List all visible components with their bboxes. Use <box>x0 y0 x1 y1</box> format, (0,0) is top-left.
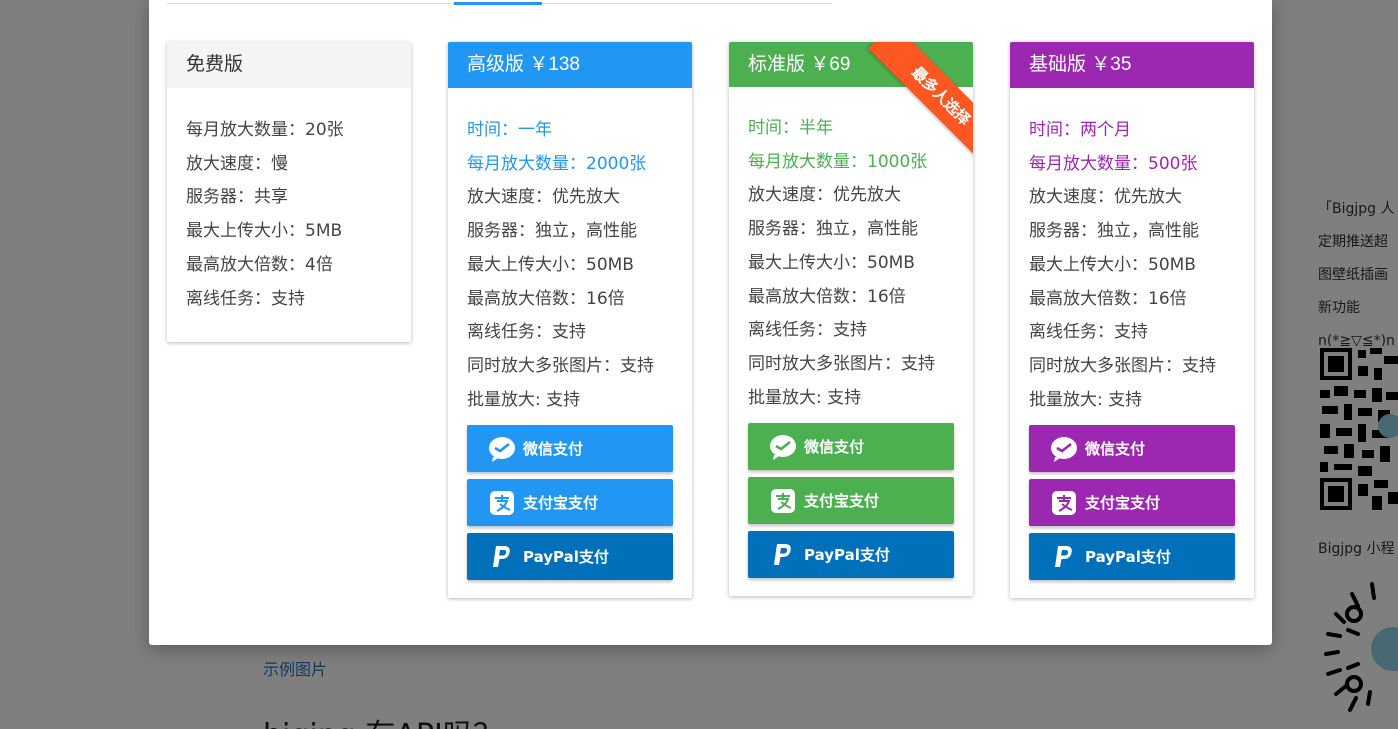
alipay-icon <box>488 489 516 517</box>
feature-item: 每月放大数量：20张 <box>186 120 344 140</box>
active-tab-indicator <box>454 2 542 5</box>
feature-item: 离线任务：支持 <box>467 322 586 343</box>
alipay-label: 支付宝支付 <box>1085 494 1161 513</box>
paypal-icon <box>488 543 516 571</box>
plan-title: 基础版 ￥35 <box>1010 42 1254 88</box>
plan-card-basic: 基础版 ￥35 时间：两个月 每月放大数量：500张 放大速度：优先放大 服务器… <box>1010 42 1254 598</box>
feature-item: 离线任务：支持 <box>186 288 305 309</box>
wechat-icon <box>769 433 797 461</box>
paypal-label: PayPal支付 <box>1085 548 1171 567</box>
feature-item: 同时放大多张图片：支持 <box>748 353 935 374</box>
feature-item: 最高放大倍数：16倍 <box>467 288 625 309</box>
feature-item: 服务器：独立，高性能 <box>467 221 637 242</box>
plan-features: 每月放大数量：20张 放大速度：慢 服务器：共享 最大上传大小：5MB 最高放大… <box>167 88 411 316</box>
alipay-icon <box>769 487 797 515</box>
feature-item: 离线任务：支持 <box>1029 322 1148 343</box>
feature-item: 最大上传大小：5MB <box>186 221 343 242</box>
feature-item: 最高放大倍数：4倍 <box>186 254 333 275</box>
feature-item: 最大上传大小：50MB <box>748 252 915 273</box>
paypal-button[interactable]: PayPal支付 <box>1029 533 1235 581</box>
wechat-pay-button[interactable]: 微信支付 <box>1029 425 1235 473</box>
feature-item: 最大上传大小：50MB <box>467 254 634 275</box>
alipay-button[interactable]: 支付宝支付 <box>467 479 673 527</box>
feature-duration: 时间：一年 <box>467 120 552 140</box>
wechat-icon <box>488 435 516 463</box>
feature-item: 最高放大倍数：16倍 <box>1029 288 1187 309</box>
wechat-pay-button[interactable]: 微信支付 <box>748 423 954 471</box>
feature-item: 同时放大多张图片：支持 <box>1029 355 1216 376</box>
plan-features: 时间：两个月 每月放大数量：500张 放大速度：优先放大 服务器：独立，高性能 … <box>1010 88 1254 581</box>
alipay-icon <box>1050 489 1078 517</box>
wechat-icon <box>1050 435 1078 463</box>
feature-monthly-quota: 每月放大数量：500张 <box>1029 153 1198 174</box>
feature-item: 同时放大多张图片：支持 <box>467 355 654 376</box>
feature-item: 离线任务：支持 <box>748 320 867 341</box>
feature-duration: 时间：两个月 <box>1029 120 1131 140</box>
plan-card-free: 免费版 每月放大数量：20张 放大速度：慢 服务器：共享 最大上传大小：5MB … <box>167 42 411 342</box>
paypal-button[interactable]: PayPal支付 <box>748 531 954 579</box>
payment-buttons: 微信支付 支付宝支付 PayPal支付 <box>467 425 673 581</box>
plan-features: 时间：一年 每月放大数量：2000张 放大速度：优先放大 服务器：独立，高性能 … <box>448 88 692 581</box>
wechat-pay-label: 微信支付 <box>1085 440 1146 459</box>
plan-card-standard: 标准版 ￥69 最多人选择 时间：半年 每月放大数量：1000张 放大速度：优先… <box>729 42 973 596</box>
payment-buttons: 微信支付 支付宝支付 PayPal支付 <box>748 423 954 579</box>
feature-item: 最大上传大小：50MB <box>1029 254 1196 275</box>
wechat-pay-button[interactable]: 微信支付 <box>467 425 673 473</box>
feature-monthly-quota: 每月放大数量：2000张 <box>467 153 647 174</box>
alipay-label: 支付宝支付 <box>804 492 880 511</box>
feature-duration: 时间：半年 <box>748 118 833 138</box>
feature-item: 服务器：独立，高性能 <box>1029 221 1199 242</box>
alipay-label: 支付宝支付 <box>523 494 599 513</box>
feature-item: 放大速度：优先放大 <box>1029 187 1182 208</box>
alipay-button[interactable]: 支付宝支付 <box>748 477 954 525</box>
feature-item: 批量放大: 支持 <box>748 387 862 408</box>
feature-monthly-quota: 每月放大数量：1000张 <box>748 151 928 172</box>
wechat-pay-label: 微信支付 <box>804 438 865 457</box>
paypal-button[interactable]: PayPal支付 <box>467 533 673 581</box>
alipay-button[interactable]: 支付宝支付 <box>1029 479 1235 527</box>
wechat-pay-label: 微信支付 <box>523 440 584 459</box>
paypal-icon <box>1050 543 1078 571</box>
paypal-label: PayPal支付 <box>804 546 890 565</box>
feature-item: 批量放大: 支持 <box>467 389 581 410</box>
payment-buttons: 微信支付 支付宝支付 PayPal支付 <box>1029 425 1235 581</box>
plan-features: 时间：半年 每月放大数量：1000张 放大速度：优先放大 服务器：独立，高性能 … <box>729 87 973 579</box>
feature-item: 放大速度：优先放大 <box>748 185 901 206</box>
plan-card-advanced: 高级版 ￥138 时间：一年 每月放大数量：2000张 放大速度：优先放大 服务… <box>448 42 692 598</box>
feature-item: 批量放大: 支持 <box>1029 389 1143 410</box>
paypal-icon <box>769 541 797 569</box>
plan-title: 高级版 ￥138 <box>448 42 692 88</box>
paypal-label: PayPal支付 <box>523 548 609 567</box>
plan-title: 免费版 <box>167 42 411 88</box>
feature-item: 最高放大倍数：16倍 <box>748 286 906 307</box>
plan-title: 标准版 ￥69 <box>729 42 973 87</box>
pricing-modal: 免费版 每月放大数量：20张 放大速度：慢 服务器：共享 最大上传大小：5MB … <box>149 0 1272 645</box>
feature-item: 放大速度：优先放大 <box>467 187 620 208</box>
feature-item: 放大速度：慢 <box>186 153 288 174</box>
feature-item: 服务器：共享 <box>186 187 288 208</box>
feature-item: 服务器：独立，高性能 <box>748 219 918 240</box>
